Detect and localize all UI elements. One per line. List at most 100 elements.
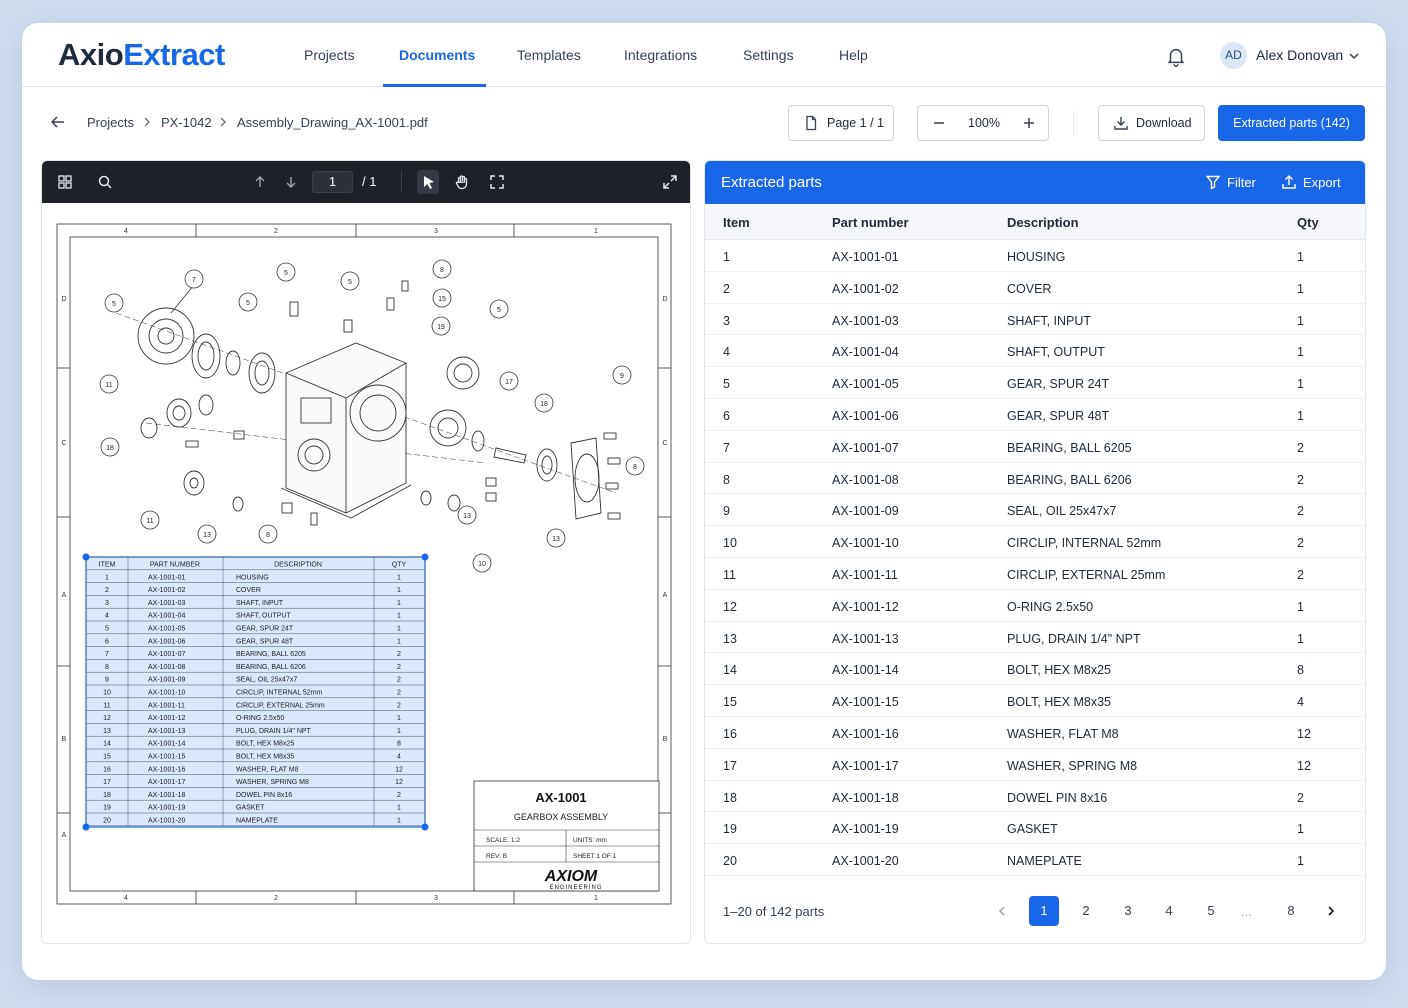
chevron-left-icon[interactable] — [995, 904, 1009, 918]
cell-item: 14 — [723, 663, 737, 678]
table-row[interactable]: 11 AX-1001-11 CIRCLIP, EXTERNAL 25mm 2 — [705, 558, 1365, 590]
back-arrow-icon[interactable] — [50, 114, 66, 130]
next-page-icon[interactable] — [283, 174, 299, 190]
bom-cell-part-number: AX-1001-04 — [148, 613, 185, 620]
bom-cell-item: 7 — [105, 651, 109, 658]
nav-templates[interactable]: Templates — [517, 47, 581, 63]
breadcrumb-projects[interactable]: Projects — [87, 115, 134, 130]
column-header-description[interactable]: Description — [1007, 215, 1079, 230]
fullscreen-icon[interactable] — [489, 174, 505, 190]
table-row[interactable]: 14 AX-1001-14 BOLT, HEX M8x25 8 — [705, 653, 1365, 686]
bom-cell-item: 14 — [103, 741, 111, 748]
page-number-input[interactable]: 1 — [312, 171, 353, 193]
table-row[interactable]: 10 AX-1001-10 CIRCLIP, INTERNAL 52mm 2 — [705, 526, 1365, 558]
brand-logo[interactable]: AxioExtract — [58, 37, 225, 73]
table-row[interactable]: 6 AX-1001-06 GEAR, SPUR 48T 1 — [705, 399, 1365, 431]
balloon-label: 8 — [633, 464, 637, 471]
table-row[interactable]: 17 AX-1001-17 WASHER, SPRING M8 12 — [705, 749, 1365, 781]
cell-qty: 2 — [1297, 472, 1304, 487]
selection-handle[interactable] — [82, 823, 90, 831]
title-block: AX-1001 GEARBOX ASSEMBLY SCALE: 1:2 UNIT… — [473, 780, 660, 892]
extracted-parts-button[interactable]: Extracted parts (142) — [1218, 105, 1365, 141]
table-row[interactable]: 9 AX-1001-09 SEAL, OIL 25x47x7 2 — [705, 494, 1365, 527]
bell-icon[interactable] — [1165, 45, 1187, 67]
column-header-qty[interactable]: Qty — [1297, 215, 1319, 230]
table-row[interactable]: 13 AX-1001-13 PLUG, DRAIN 1/4" NPT 1 — [705, 622, 1365, 654]
cell-part-number: AX-1001-01 — [832, 250, 899, 264]
bom-cell-description: BOLT, HEX M8x35 — [236, 754, 294, 761]
cell-part-number: AX-1001-13 — [832, 631, 899, 646]
table-row[interactable]: 19 AX-1001-19 GASKET 1 — [705, 812, 1365, 845]
chevron-down-icon[interactable] — [1348, 50, 1360, 62]
page-button-1[interactable]: 1 — [1029, 896, 1059, 926]
column-header-part-number[interactable]: Part number — [832, 215, 909, 230]
export-button[interactable]: Export — [1303, 175, 1341, 190]
table-row[interactable]: 20 AX-1001-20 NAMEPLATE 1 — [705, 844, 1365, 876]
filter-button[interactable]: Filter — [1227, 175, 1256, 190]
bom-cell-qty: 1 — [397, 626, 401, 633]
nav-settings[interactable]: Settings — [743, 47, 794, 63]
table-row[interactable]: 2 AX-1001-02 COVER 1 — [705, 272, 1365, 304]
page-button-4[interactable]: 4 — [1154, 896, 1184, 926]
nav-documents[interactable]: Documents — [399, 47, 475, 63]
bom-table-selection[interactable]: ITEM PART NUMBER DESCRIPTION QTY 1 AX-1001-01… — [82, 553, 429, 831]
cell-part-number: AX-1001-03 — [832, 313, 899, 328]
breadcrumb-file: Assembly_Drawing_AX-1001.pdf — [237, 115, 428, 130]
bom-cell-part-number: AX-1001-12 — [148, 715, 185, 722]
balloon-label: 19 — [437, 324, 445, 331]
bom-cell-qty: 1 — [397, 574, 401, 581]
bom-cell-item: 1 — [105, 574, 109, 581]
table-row[interactable]: 16 AX-1001-16 WASHER, FLAT M8 12 — [705, 717, 1365, 749]
table-row[interactable]: 15 AX-1001-15 BOLT, HEX M8x35 4 — [705, 685, 1365, 717]
selection-handle[interactable] — [421, 823, 429, 831]
drawing-revision: REV: B — [486, 853, 507, 860]
nav-help[interactable]: Help — [839, 47, 868, 63]
table-row[interactable]: 7 AX-1001-07 BEARING, BALL 6205 2 — [705, 431, 1365, 463]
chevron-right-icon[interactable] — [1324, 904, 1338, 918]
bom-header: PART NUMBER — [150, 562, 200, 569]
bom-cell-part-number: AX-1001-05 — [148, 626, 185, 633]
cell-item: 15 — [723, 695, 737, 710]
table-row[interactable]: 4 AX-1001-04 SHAFT, OUTPUT 1 — [705, 335, 1365, 368]
previous-page-icon[interactable] — [252, 174, 268, 190]
hand-pan-icon[interactable] — [454, 174, 470, 190]
thumbnails-grid-icon[interactable] — [57, 174, 73, 190]
table-row[interactable]: 3 AX-1001-03 SHAFT, INPUT 1 — [705, 304, 1365, 336]
bom-cell-item: 4 — [105, 613, 109, 620]
cell-description: CIRCLIP, INTERNAL 52mm — [1007, 536, 1162, 551]
table-row[interactable]: 18 AX-1001-18 DOWEL PIN 8x16 2 — [705, 781, 1365, 813]
page-button-5[interactable]: 5 — [1196, 896, 1226, 926]
column-header-item[interactable]: Item — [723, 215, 750, 230]
page-button-3[interactable]: 3 — [1113, 896, 1143, 926]
avatar[interactable]: AD — [1220, 42, 1247, 69]
table-row[interactable]: 5 AX-1001-05 GEAR, SPUR 24T 1 — [705, 367, 1365, 399]
zoom-in-icon[interactable] — [1022, 116, 1036, 130]
table-row[interactable]: 1 AX-1001-01 HOUSING 1 — [705, 240, 1365, 272]
search-icon[interactable] — [97, 174, 113, 190]
expand-icon[interactable] — [662, 174, 678, 190]
page-button-2[interactable]: 2 — [1071, 896, 1101, 926]
export-icon[interactable] — [1281, 174, 1297, 190]
table-row[interactable]: 8 AX-1001-08 BEARING, BALL 6206 2 — [705, 463, 1365, 495]
breadcrumb-project-id[interactable]: PX-1042 — [161, 115, 212, 130]
cursor-icon[interactable] — [421, 174, 437, 190]
bom-cell-item: 20 — [103, 818, 111, 825]
selection-handle[interactable] — [82, 553, 90, 561]
zoom-out-icon[interactable] — [932, 116, 946, 130]
cell-qty: 2 — [1297, 536, 1304, 551]
user-name[interactable]: Alex Donovan — [1256, 47, 1343, 63]
zone-label: 2 — [274, 228, 278, 235]
download-button[interactable]: Download — [1098, 105, 1205, 141]
page-button-8[interactable]: 8 — [1276, 896, 1306, 926]
engineering-drawing: 4 2 3 1 4 2 3 1 D C A B A D C A B 7 5 5 … — [56, 223, 672, 905]
nav-integrations[interactable]: Integrations — [624, 47, 697, 63]
filter-icon[interactable] — [1205, 174, 1221, 190]
nav-projects[interactable]: Projects — [304, 47, 355, 63]
bom-cell-part-number: AX-1001-18 — [148, 792, 185, 799]
selection-handle[interactable] — [421, 553, 429, 561]
bom-cell-description: SHAFT, OUTPUT — [236, 613, 292, 620]
table-row[interactable]: 12 AX-1001-12 O-RING 2.5x50 1 — [705, 590, 1365, 622]
page-indicator-button[interactable]: Page 1 / 1 — [788, 105, 894, 141]
cell-item: 20 — [723, 854, 737, 869]
bom-cell-qty: 2 — [397, 690, 401, 697]
